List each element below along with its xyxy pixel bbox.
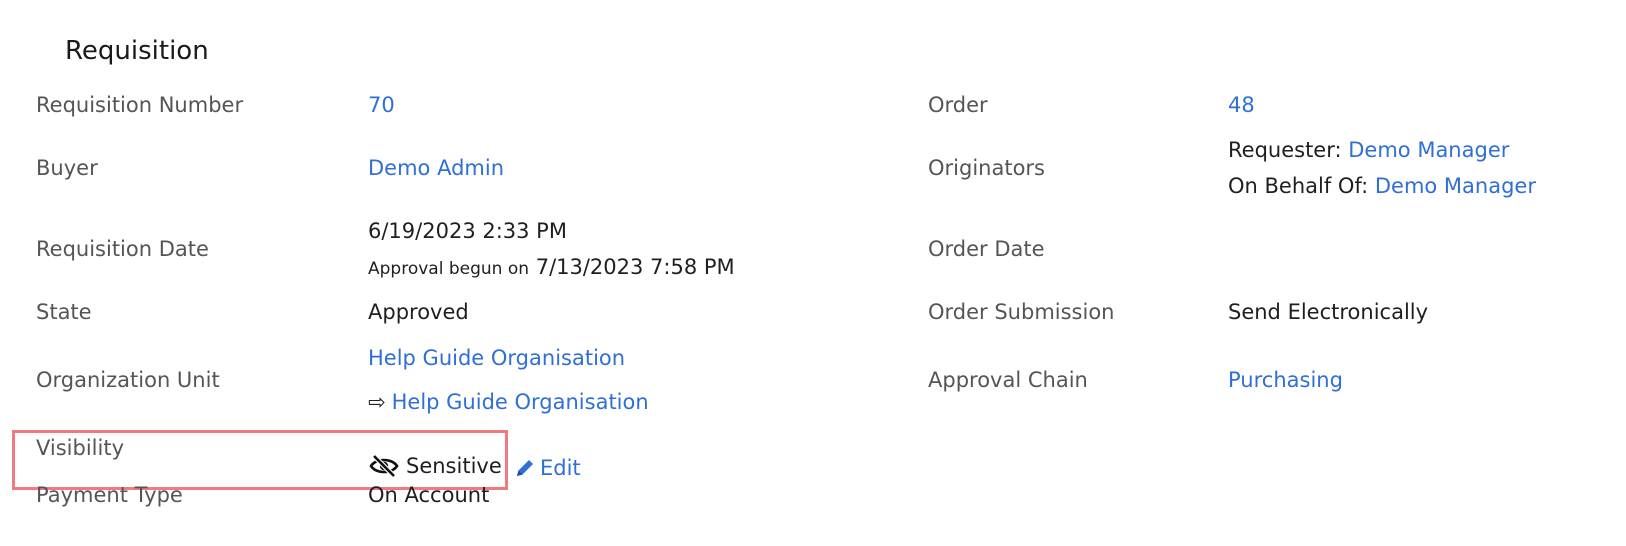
visibility-text: Sensitive <box>406 454 502 478</box>
on-behalf-prefix: On Behalf Of: <box>1228 174 1369 198</box>
approval-begun-prefix: Approval begun on <box>368 259 530 279</box>
requester-link[interactable]: Demo Manager <box>1348 138 1509 162</box>
buyer-link[interactable]: Demo Admin <box>368 155 504 181</box>
on-behalf-line: On Behalf Of: Demo Manager <box>1228 173 1536 199</box>
approval-begun-line: Approval begun on 7/13/2023 7:58 PM <box>368 254 735 282</box>
approval-chain-label: Approval Chain <box>928 368 1088 392</box>
eye-slash-icon <box>368 454 400 478</box>
arrow-icon: ⇨ <box>368 390 386 414</box>
requisition-date-value: 6/19/2023 2:33 PM <box>368 219 567 243</box>
organization-unit-child-link[interactable]: Help Guide Organisation <box>392 390 649 414</box>
requisition-number-label: Requisition Number <box>36 93 244 117</box>
approval-begun-date: 7/13/2023 7:58 PM <box>535 255 735 279</box>
payment-type-value: On Account <box>368 483 490 507</box>
visibility-label: Visibility <box>36 436 125 460</box>
organization-unit-label: Organization Unit <box>36 368 220 392</box>
order-label: Order <box>928 93 988 117</box>
buyer-label: Buyer <box>36 156 98 180</box>
organization-unit-link[interactable]: Help Guide Organisation <box>368 345 625 371</box>
edit-label: Edit <box>540 456 581 480</box>
state-value: Approved <box>368 300 469 324</box>
requester-prefix: Requester: <box>1228 138 1342 162</box>
requester-line: Requester: Demo Manager <box>1228 137 1509 163</box>
order-submission-label: Order Submission <box>928 300 1115 324</box>
visibility-value: Sensitive <box>368 453 502 479</box>
order-link[interactable]: 48 <box>1228 92 1255 118</box>
state-label: State <box>36 300 92 324</box>
originators-label: Originators <box>928 156 1045 180</box>
edit-visibility-button[interactable]: Edit <box>514 455 581 481</box>
order-date-label: Order Date <box>928 237 1045 261</box>
payment-type-label: Payment Type <box>36 483 183 507</box>
order-submission-value: Send Electronically <box>1228 300 1429 324</box>
requisition-date-label: Requisition Date <box>36 237 209 261</box>
pencil-icon <box>514 457 536 479</box>
section-title: Requisition <box>65 36 209 66</box>
on-behalf-link[interactable]: Demo Manager <box>1375 174 1536 198</box>
organization-unit-child: ⇨ Help Guide Organisation <box>368 389 649 415</box>
approval-chain-link[interactable]: Purchasing <box>1228 367 1343 393</box>
requisition-number-link[interactable]: 70 <box>368 92 395 118</box>
